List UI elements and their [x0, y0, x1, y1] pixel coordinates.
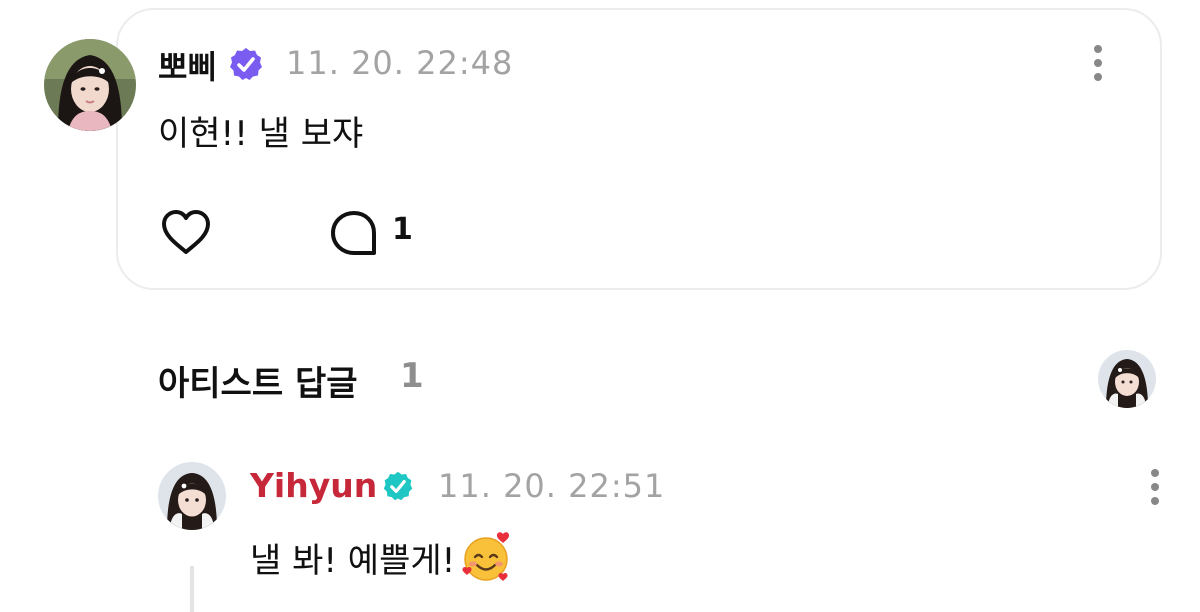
reply-author-avatar[interactable] [158, 462, 226, 530]
smiling-face-with-hearts-icon [462, 532, 510, 581]
reply-author-name[interactable]: Yihyun [250, 466, 377, 505]
artist-replies-count: 1 [400, 356, 424, 396]
more-vertical-icon[interactable] [1086, 43, 1110, 83]
post-message: 이현!! 낼 보쟈 [158, 114, 364, 154]
more-vertical-icon[interactable] [1143, 467, 1167, 507]
comment-count: 1 [392, 212, 413, 247]
reply-timestamp: 11. 20. 22:51 [438, 467, 666, 505]
post-timestamp: 11. 20. 22:48 [286, 44, 514, 82]
verified-badge-icon [383, 471, 413, 501]
thread-line [190, 566, 194, 612]
artist-avatar-small[interactable] [1098, 350, 1156, 408]
comment-page: 뽀삐 11. 20. 22:48 이현!! 낼 보쟈 1 아티스트 답글 1 Y… [0, 0, 1200, 612]
artist-replies-title: 아티스트 답글 [158, 364, 358, 404]
post-author-avatar[interactable] [44, 39, 136, 131]
reply-message-text: 낼 봐! 예쁠게! [250, 541, 456, 581]
speech-bubble-icon[interactable] [328, 209, 380, 257]
verified-badge-icon [230, 48, 262, 80]
post-author-name[interactable]: 뽀삐 [158, 42, 217, 88]
reply-message: 낼 봐! 예쁠게! [250, 530, 513, 584]
heart-icon[interactable] [160, 208, 212, 256]
